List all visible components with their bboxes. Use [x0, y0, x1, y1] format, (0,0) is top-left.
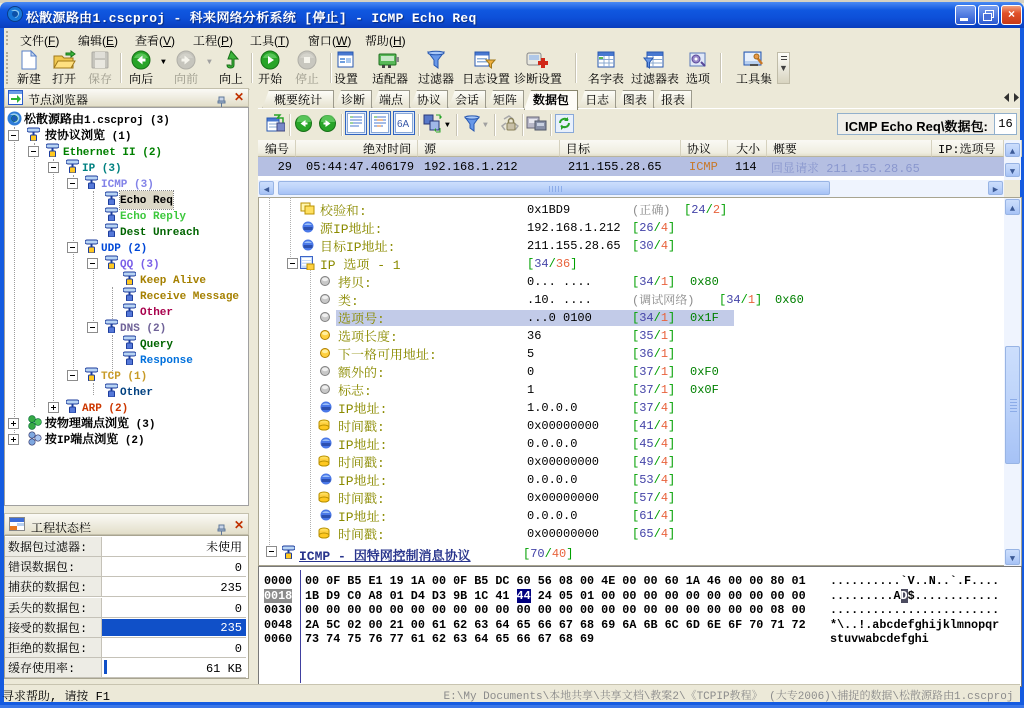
svg-text:6A: 6A [397, 119, 410, 130]
